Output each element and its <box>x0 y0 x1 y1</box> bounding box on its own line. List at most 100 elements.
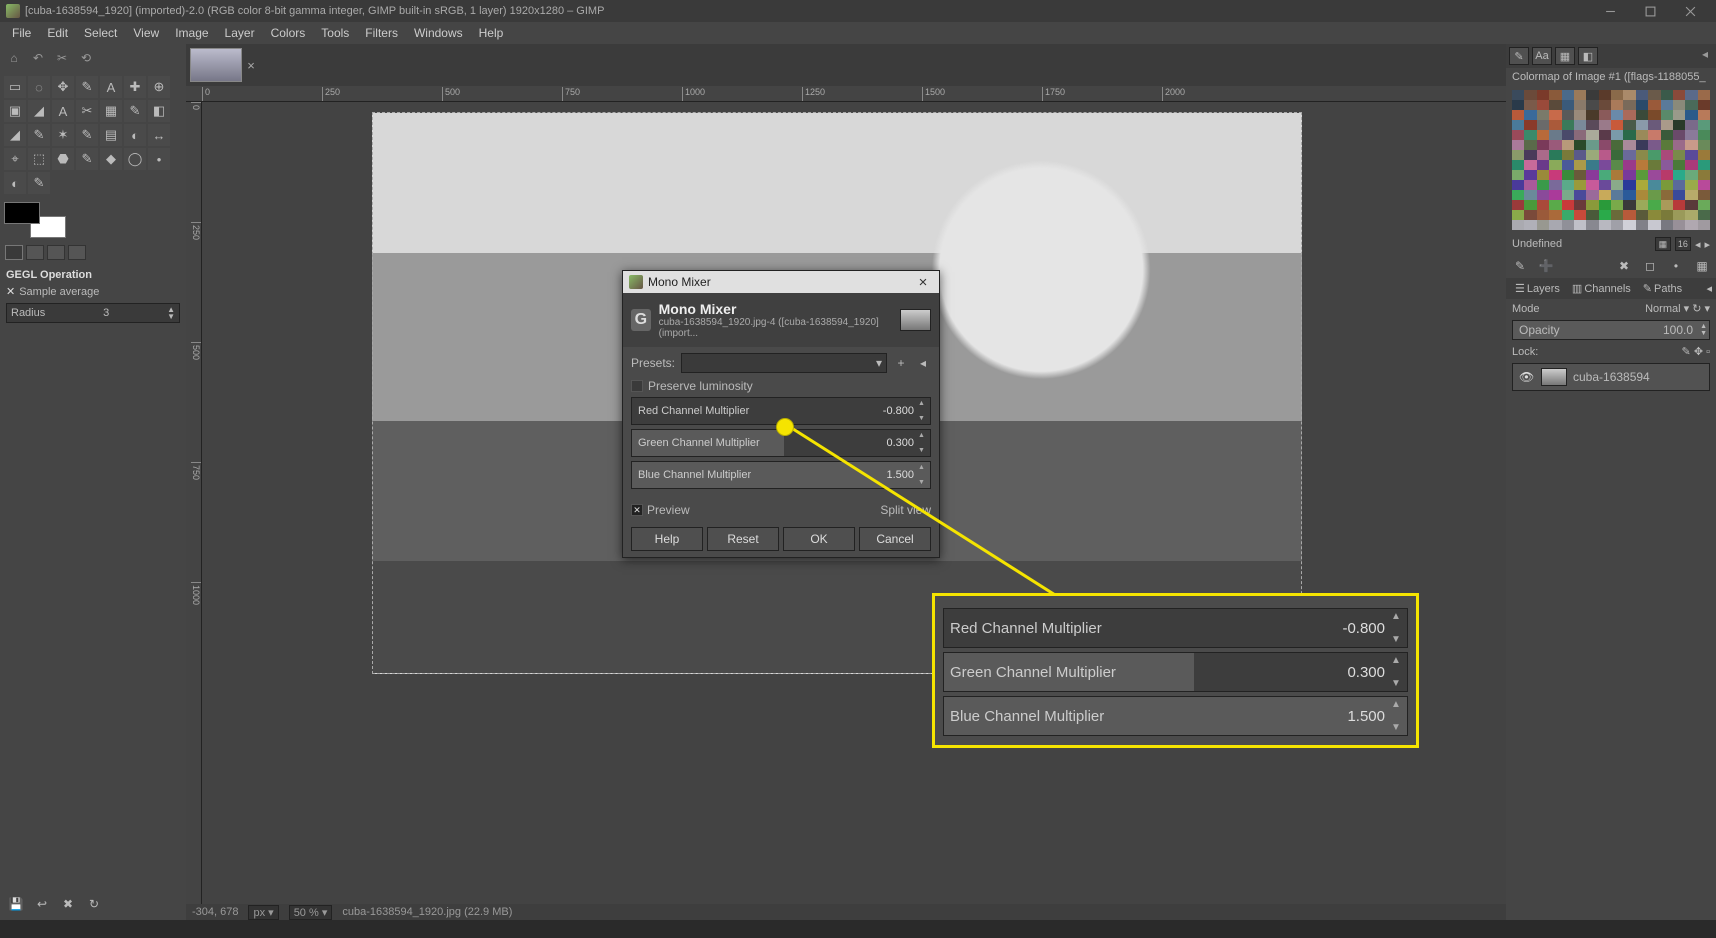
color-cell[interactable] <box>1537 160 1549 170</box>
history-icon[interactable]: ⟲ <box>76 48 96 68</box>
tool-28[interactable]: ◐ <box>4 172 26 194</box>
ok-button[interactable]: OK <box>783 527 855 551</box>
count-box[interactable]: 16 <box>1675 237 1691 251</box>
color-cell[interactable] <box>1586 180 1598 190</box>
color-cell[interactable] <box>1623 160 1635 170</box>
color-cell[interactable] <box>1648 210 1660 220</box>
color-cell[interactable] <box>1623 200 1635 210</box>
color-cell[interactable] <box>1648 130 1660 140</box>
preserve-luminosity-check[interactable]: Preserve luminosity <box>631 379 931 393</box>
color-cell[interactable] <box>1574 100 1586 110</box>
color-cell[interactable] <box>1586 200 1598 210</box>
menu-select[interactable]: Select <box>76 23 125 43</box>
tool-6[interactable]: ⊕ <box>148 76 170 98</box>
gradient-tab[interactable]: ◧ <box>1578 47 1598 65</box>
color-cell[interactable] <box>1562 160 1574 170</box>
menu-image[interactable]: Image <box>167 23 216 43</box>
color-cell[interactable] <box>1562 150 1574 160</box>
color-cell[interactable] <box>1562 110 1574 120</box>
color-cell[interactable] <box>1648 150 1660 160</box>
tool-16[interactable]: ✶ <box>52 124 74 146</box>
color-cell[interactable] <box>1599 110 1611 120</box>
menu-colors[interactable]: Colors <box>263 23 314 43</box>
layer-item[interactable]: 👁 cuba-1638594 <box>1512 363 1710 391</box>
color-cell[interactable] <box>1623 150 1635 160</box>
edit-color-icon[interactable]: ✎ <box>1512 258 1528 274</box>
color-cell[interactable] <box>1698 110 1710 120</box>
color-cell[interactable] <box>1586 130 1598 140</box>
color-cell[interactable] <box>1512 110 1524 120</box>
color-cell[interactable] <box>1524 130 1536 140</box>
fg-color[interactable] <box>4 202 40 224</box>
color-cell[interactable] <box>1599 170 1611 180</box>
color-cell[interactable] <box>1549 190 1561 200</box>
menu-filters[interactable]: Filters <box>357 23 406 43</box>
menu-file[interactable]: File <box>4 23 39 43</box>
color-cell[interactable] <box>1574 150 1586 160</box>
tool-7[interactable]: ▣ <box>4 100 26 122</box>
tool-11[interactable]: ▦ <box>100 100 122 122</box>
add-color-icon[interactable]: ➕ <box>1538 258 1554 274</box>
color-cell[interactable] <box>1661 220 1673 230</box>
color-cell[interactable] <box>1673 180 1685 190</box>
color-cell[interactable] <box>1673 120 1685 130</box>
unit-select[interactable]: px ▾ <box>248 905 278 920</box>
color-cell[interactable] <box>1537 100 1549 110</box>
color-cell[interactable] <box>1586 170 1598 180</box>
reset-button[interactable]: Reset <box>707 527 779 551</box>
close-tab-icon[interactable]: × <box>244 58 258 72</box>
color-cell[interactable] <box>1698 130 1710 140</box>
color-cell[interactable] <box>1586 160 1598 170</box>
color-cell[interactable] <box>1512 200 1524 210</box>
color-cell[interactable] <box>1661 100 1673 110</box>
color-cell[interactable] <box>1623 120 1635 130</box>
color-cell[interactable] <box>1574 180 1586 190</box>
color-cell[interactable] <box>1673 90 1685 100</box>
color-cell[interactable] <box>1698 220 1710 230</box>
color-cell[interactable] <box>1685 220 1697 230</box>
color-cell[interactable] <box>1524 190 1536 200</box>
color-cell[interactable] <box>1512 210 1524 220</box>
color-cell[interactable] <box>1524 120 1536 130</box>
color-cell[interactable] <box>1648 200 1660 210</box>
color-cell[interactable] <box>1586 140 1598 150</box>
color-cell[interactable] <box>1611 90 1623 100</box>
tool-10[interactable]: ✂ <box>76 100 98 122</box>
tool-8[interactable]: ◢ <box>28 100 50 122</box>
color-cell[interactable] <box>1537 200 1549 210</box>
color-cell[interactable] <box>1661 140 1673 150</box>
color-cell[interactable] <box>1549 210 1561 220</box>
minimize-button[interactable] <box>1590 0 1630 22</box>
menu-layer[interactable]: Layer <box>217 23 263 43</box>
color-cell[interactable] <box>1673 130 1685 140</box>
cut-icon[interactable]: ✂ <box>52 48 72 68</box>
color-cell[interactable] <box>1562 90 1574 100</box>
color-cell[interactable] <box>1537 110 1549 120</box>
cancel-button[interactable]: Cancel <box>859 527 931 551</box>
color-cell[interactable] <box>1623 90 1635 100</box>
color-cell[interactable] <box>1586 110 1598 120</box>
color-cell[interactable] <box>1524 220 1536 230</box>
color-cell[interactable] <box>1599 130 1611 140</box>
chevron-right-icon[interactable]: ▸ <box>1704 238 1710 251</box>
grid2-icon[interactable]: ▦ <box>1694 258 1710 274</box>
radius-field[interactable]: Radius 3 ▲▼ <box>6 303 180 323</box>
pattern-tab[interactable]: ▦ <box>1555 47 1575 65</box>
color-cell[interactable] <box>1524 100 1536 110</box>
color-cell[interactable] <box>1611 160 1623 170</box>
color-cell[interactable] <box>1661 160 1673 170</box>
fg-bg-swatch[interactable] <box>4 202 66 238</box>
brush-tab[interactable]: ✎ <box>1509 47 1529 65</box>
color-cell[interactable] <box>1574 110 1586 120</box>
color-cell[interactable] <box>1549 130 1561 140</box>
color-cell[interactable] <box>1623 140 1635 150</box>
color-cell[interactable] <box>1574 130 1586 140</box>
color-cell[interactable] <box>1524 110 1536 120</box>
color-cell[interactable] <box>1562 210 1574 220</box>
color-cell[interactable] <box>1623 220 1635 230</box>
color-cell[interactable] <box>1673 160 1685 170</box>
zoom-select[interactable]: 50 % ▾ <box>289 905 333 920</box>
color-cell[interactable] <box>1537 120 1549 130</box>
color-cell[interactable] <box>1636 110 1648 120</box>
color-cell[interactable] <box>1537 150 1549 160</box>
